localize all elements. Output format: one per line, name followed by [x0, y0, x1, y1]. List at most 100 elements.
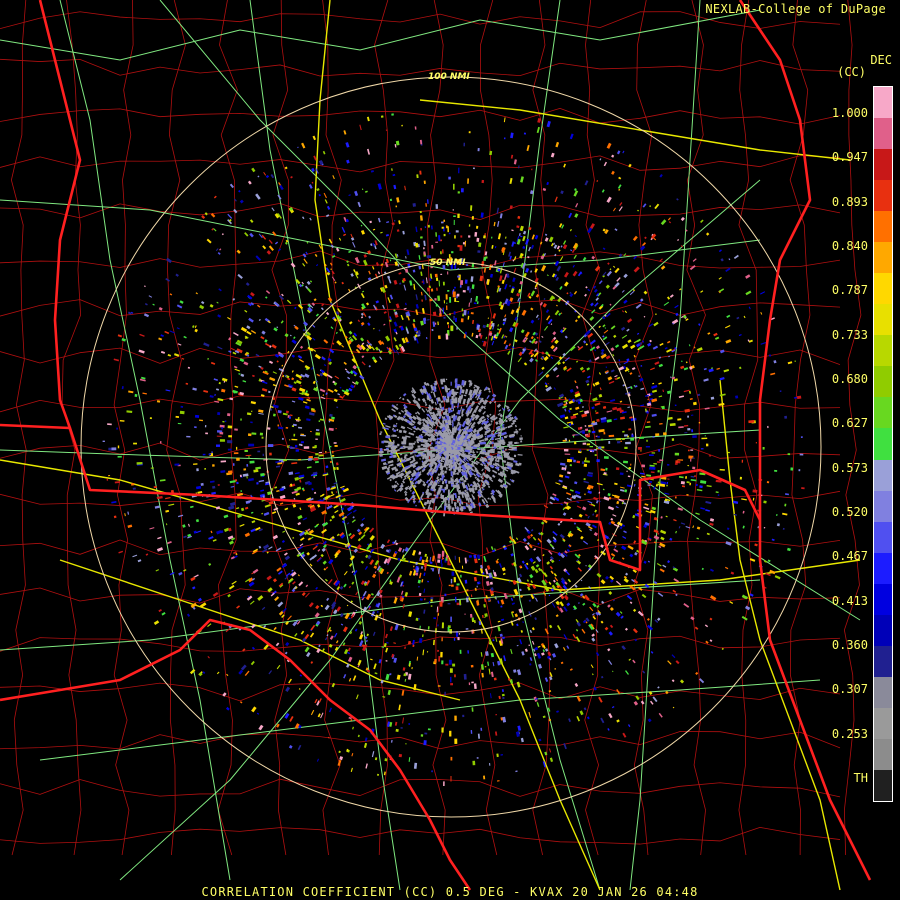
echo-pixel: [594, 454, 597, 456]
echo-pixel: [343, 130, 347, 135]
echo-pixel: [148, 295, 153, 298]
echo-pixel: [230, 347, 236, 351]
echo-pixel: [275, 465, 281, 468]
echo-pixel: [473, 683, 477, 689]
echo-pixel: [436, 476, 439, 480]
echo-pixel: [477, 733, 481, 739]
echo-pixel: [595, 411, 599, 415]
echo-pixel: [593, 288, 598, 293]
echo-pixel: [338, 750, 341, 754]
echo-pixel: [291, 370, 294, 373]
echo-pixel: [126, 410, 133, 413]
echo-pixel: [520, 630, 523, 633]
echo-pixel: [361, 517, 366, 521]
echo-pixel: [590, 664, 594, 669]
echo-pixel: [579, 710, 584, 716]
echo-pixel: [500, 446, 505, 449]
echo-pixel: [752, 497, 755, 501]
echo-pixel: [457, 275, 460, 278]
echo-pixel: [383, 323, 386, 326]
echo-pixel: [322, 394, 325, 397]
echo-pixel: [591, 637, 596, 642]
echo-pixel: [297, 545, 304, 551]
echo-pixel: [541, 652, 545, 656]
echo-pixel: [600, 717, 605, 724]
echo-pixel: [430, 442, 433, 445]
echo-pixel: [429, 277, 432, 281]
echo-pixel: [641, 242, 647, 247]
echo-pixel: [666, 296, 671, 300]
echo-pixel: [568, 212, 573, 219]
echo-pixel: [196, 530, 202, 534]
echo-pixel: [575, 619, 579, 623]
echo-pixel: [298, 688, 301, 690]
echo-pixel: [512, 277, 516, 283]
echo-pixel: [657, 592, 664, 597]
echo-pixel: [333, 632, 338, 638]
echo-pixel: [609, 578, 614, 583]
echo-pixel: [634, 479, 636, 482]
echo-pixel: [407, 673, 412, 680]
echo-pixel: [424, 732, 428, 735]
echo-pixel: [530, 528, 534, 532]
echo-pixel: [152, 303, 155, 306]
echo-pixel: [698, 432, 701, 434]
echo-pixel: [211, 451, 213, 454]
county-line: [686, 0, 706, 856]
echo-pixel: [450, 676, 452, 683]
echo-pixel: [434, 401, 437, 406]
echo-pixel: [513, 256, 517, 261]
echo-pixel: [206, 238, 212, 244]
echo-pixel: [601, 438, 604, 441]
echo-pixel: [408, 757, 411, 762]
echo-pixel: [311, 302, 316, 306]
echo-pixel: [469, 613, 473, 618]
echo-pixel: [475, 295, 479, 302]
echo-pixel: [400, 425, 406, 430]
echo-pixel: [530, 319, 535, 324]
echo-pixel: [632, 514, 636, 519]
echo-pixel: [453, 502, 457, 505]
echo-pixel: [357, 319, 361, 323]
echo-pixel: [594, 410, 597, 412]
echo-pixel: [541, 335, 544, 338]
echo-pixel: [376, 773, 380, 776]
echo-pixel: [502, 572, 506, 576]
echo-pixel: [200, 482, 204, 486]
echo-pixel: [614, 374, 618, 378]
echo-pixel: [728, 258, 731, 261]
echo-pixel: [608, 380, 615, 385]
echo-pixel: [640, 387, 645, 391]
county-line: [581, 0, 601, 856]
echo-pixel: [276, 326, 279, 329]
echo-pixel: [448, 325, 450, 329]
echo-pixel: [304, 405, 310, 410]
echo-pixel: [149, 417, 152, 420]
echo-pixel: [411, 393, 417, 400]
echo-pixel: [574, 481, 578, 485]
echo-pixel: [449, 390, 451, 396]
echo-pixel: [621, 545, 627, 551]
echo-pixel: [424, 401, 427, 405]
echo-pixel: [590, 302, 594, 307]
echo-pixel: [785, 493, 789, 496]
echo-pixel: [530, 270, 533, 273]
echo-pixel: [370, 170, 374, 173]
echo-pixel: [595, 297, 600, 301]
echo-pixel: [437, 484, 441, 487]
echo-pixel: [493, 221, 496, 227]
echo-pixel: [395, 205, 398, 208]
echo-pixel: [339, 585, 344, 590]
echo-pixel: [577, 567, 582, 572]
echo-pixel: [178, 571, 183, 576]
echo-pixel: [423, 240, 426, 247]
echo-pixel: [402, 430, 407, 434]
echo-pixel: [250, 400, 256, 405]
echo-pixel: [566, 602, 571, 607]
echo-pixel: [481, 468, 484, 472]
echo-pixel: [275, 642, 280, 647]
echo-pixel: [567, 471, 571, 475]
echo-pixel: [646, 439, 648, 442]
echo-pixel: [502, 716, 507, 723]
echo-pixel: [587, 490, 592, 494]
